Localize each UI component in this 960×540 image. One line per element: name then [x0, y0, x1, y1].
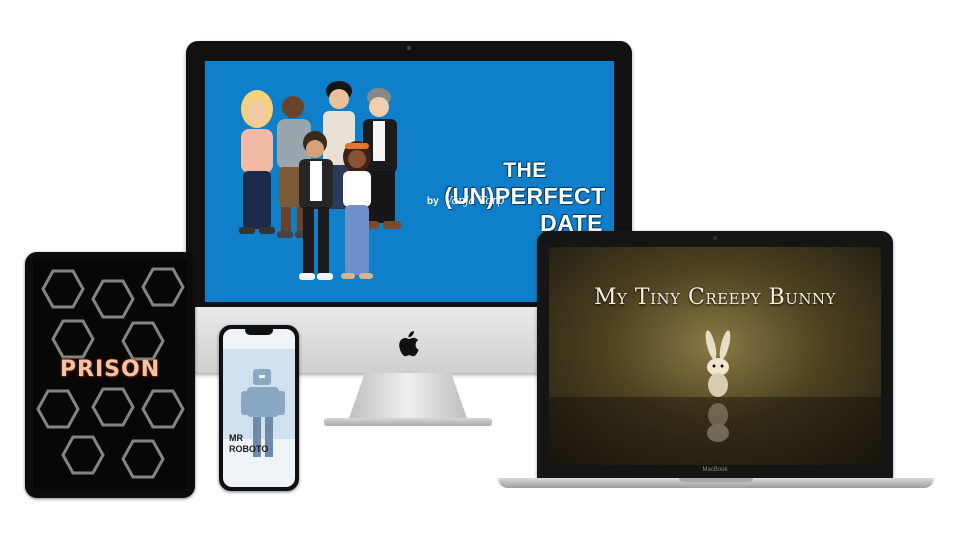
byline-prefix: by	[427, 196, 439, 207]
iphone-device: MR ROBOTO	[219, 325, 299, 491]
iphone-screen: MR ROBOTO	[223, 329, 295, 487]
byline-author: Vanja Torp	[444, 194, 505, 207]
imac-stand	[348, 373, 468, 421]
character-blonde	[239, 90, 275, 234]
apple-logo-icon	[399, 331, 419, 357]
byline: by Vanja Torp	[427, 194, 504, 207]
bunny-figure	[705, 330, 731, 397]
characters-illustration	[239, 81, 401, 280]
roboto-title-line2: ROBOTO	[229, 444, 269, 454]
macbook-lid: My Tiny Creepy Bunny MacBook	[537, 231, 893, 479]
bunny-illustration	[549, 330, 881, 465]
macbook-screen: My Tiny Creepy Bunny	[549, 247, 881, 465]
prison-title: PRISON	[59, 357, 161, 382]
macbook-camera	[713, 236, 717, 240]
title-line-1: THE	[503, 159, 547, 182]
macbook-base	[498, 478, 934, 488]
roboto-title-line1: MR	[229, 433, 243, 443]
imac-foot	[324, 418, 492, 426]
ipad-screen: PRISON	[33, 261, 187, 489]
roboto-title: MR ROBOTO	[229, 433, 268, 455]
ipad-device: PRISON	[25, 252, 195, 498]
macbook-notch	[679, 478, 753, 482]
imac-camera	[407, 46, 411, 50]
robot-illustration	[223, 349, 295, 457]
macbook-brand: MacBook	[702, 467, 728, 473]
character-bandana	[341, 141, 373, 279]
